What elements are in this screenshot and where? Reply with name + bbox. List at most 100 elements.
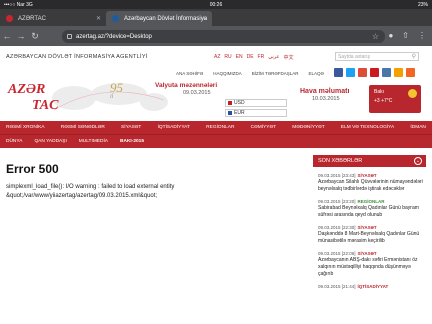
menu-row-1: RƏSMİ XRONİKA RƏSMİ SƏNƏDLƏR SİYASƏT İQT… <box>0 121 432 134</box>
facebook-icon[interactable] <box>334 68 343 77</box>
news-time: 09.03.2015 [22:06] <box>318 251 356 256</box>
news-item[interactable]: 09.03.2015 [23:43] SİYASƏT Azərbaycan Sil… <box>313 173 426 193</box>
logo-text-top: AZƏR <box>8 82 46 97</box>
lang-zh[interactable]: 中文 <box>284 54 294 61</box>
menu-item[interactable]: REGİONLAR <box>206 125 234 130</box>
microphone-icon[interactable]: ● <box>388 31 393 40</box>
youtube-icon[interactable] <box>370 68 379 77</box>
nav-contact[interactable]: ELAQƏ <box>309 71 324 76</box>
top-nav: ANA SƏHİFƏ HAQQIMIZDA BİZİM TƏRƏFDAŞLAR … <box>176 71 324 76</box>
eu-flag-icon <box>228 111 232 115</box>
news-category[interactable]: SİYASƏT <box>358 173 377 178</box>
azertac-logo[interactable]: AZƏR TAC <box>8 82 78 114</box>
address-bar[interactable]: azertag.az/?device=Desktop ☆ <box>62 30 385 43</box>
rss-icon[interactable] <box>406 68 415 77</box>
favicon-icon <box>112 15 119 22</box>
toolbar: ← → ↻ azertag.az/?device=Desktop ☆ ● ⇧ ⋮ <box>0 26 432 46</box>
error-title: Error 500 <box>6 162 59 176</box>
ipad-safari-window: •••○○ Nar 3G 00:26 23% AZƏRTAC ✕ Azərbay… <box>0 0 432 324</box>
menu-item[interactable]: RƏSMİ XRONİKA <box>6 125 45 130</box>
reload-icon[interactable]: ↻ <box>28 31 42 42</box>
sun-icon <box>408 89 417 98</box>
logo-text-bottom: TAC <box>32 98 59 113</box>
share-icon[interactable]: ⇧ <box>402 31 409 40</box>
lang-en[interactable]: EN <box>236 54 243 61</box>
language-switcher: AZ RU EN DE FR عربي 中文 <box>214 54 294 61</box>
close-icon[interactable]: ✕ <box>96 15 101 22</box>
news-item[interactable]: 09.03.2015 [22:06] SİYASƏT Azərbaycanın A… <box>313 251 426 278</box>
currency-eur[interactable]: EUR <box>225 109 287 117</box>
weather-date: 10.03.2015 <box>312 96 340 102</box>
tab-label: Azərbaycan Dövlət İnformasiya <box>124 15 208 22</box>
nav-home[interactable]: ANA SƏHİFƏ <box>176 71 203 76</box>
lang-fr[interactable]: FR <box>258 54 265 61</box>
news-item[interactable]: 09.03.2015 [21:44] İQTİSADİYYAT <box>313 284 426 289</box>
news-time: 09.03.2015 [21:44] <box>318 284 356 289</box>
news-headline[interactable]: Azərbaycanın ABŞ-dakı səfiri Ermənistanı… <box>318 257 426 278</box>
menu-item-baku2015[interactable]: BAKI-2015 <box>120 139 144 144</box>
page-info-icon[interactable] <box>67 34 72 39</box>
error-message: simplexml_load_file(): I/O warning : fai… <box>6 184 175 199</box>
anniversary-number: 95 <box>110 80 123 95</box>
url-text: azertag.az/?device=Desktop <box>76 33 152 40</box>
menu-item[interactable]: SİYASƏT <box>121 125 141 130</box>
search-placeholder: Saytda axtarış <box>338 53 370 60</box>
temperature: +3 +7°C <box>374 98 393 104</box>
bookmark-star-icon[interactable]: ☆ <box>372 32 379 41</box>
lang-ru[interactable]: RU <box>224 54 231 61</box>
googleplus-icon[interactable] <box>358 68 367 77</box>
tab-active[interactable]: Azərbaycan Dövlət İnformasiya ✕ <box>106 11 212 26</box>
nav-about[interactable]: HAQQIMIZDA <box>213 71 242 76</box>
status-bar: •••○○ Nar 3G 00:26 23% <box>0 0 432 9</box>
menu-item[interactable]: ELM VƏ TEXNOLOGİYA <box>341 125 394 130</box>
menu-item[interactable]: DÜNYA <box>6 139 22 144</box>
menu-item[interactable]: CƏMİYYƏT <box>251 125 276 130</box>
news-time: 09.03.2015 [23:43] <box>318 173 356 178</box>
odnoklassniki-icon[interactable] <box>394 68 403 77</box>
carrier-signal: •••○○ Nar 3G <box>4 1 33 8</box>
menu-item[interactable]: İDMAN <box>410 125 425 130</box>
vk-icon[interactable] <box>382 68 391 77</box>
us-flag-icon <box>228 101 232 105</box>
nav-partners[interactable]: BİZİM TƏRƏFDAŞLAR <box>252 71 299 76</box>
back-icon[interactable]: ← <box>0 31 14 41</box>
main-menu: RƏSMİ XRONİKA RƏSMİ SƏNƏDLƏR SİYASƏT İQT… <box>0 121 432 148</box>
menu-item[interactable]: MULTIMEDİA <box>79 139 108 144</box>
forward-icon[interactable]: → <box>14 31 28 41</box>
tab-bar: AZƏRTAC ✕ Azərbaycan Dövlət İnformasiya … <box>0 9 432 26</box>
lang-de[interactable]: DE <box>247 54 254 61</box>
toolbar-actions: ● ⇧ ⋮ <box>388 31 426 40</box>
news-category[interactable]: SİYASƏT <box>358 225 377 230</box>
currency-title: Valyuta məzənnələri <box>155 82 218 89</box>
news-headline[interactable]: Daşkənddə 8 Mart-Beynəlxalq Qadınlar Gün… <box>318 231 426 245</box>
lang-az[interactable]: AZ <box>214 54 220 61</box>
chevron-down-icon[interactable]: ⌄ <box>414 157 422 165</box>
battery-level: 23% <box>417 1 428 8</box>
news-header-label: SON XƏBƏRLƏR <box>318 158 363 164</box>
news-time: 09.03.2015 [22:30] <box>318 225 356 230</box>
news-item[interactable]: 09.03.2015 [22:30] SİYASƏT Daşkənddə 8 Ma… <box>313 225 426 245</box>
site-search-input[interactable]: Saytda axtarış ⚲ <box>335 52 419 61</box>
tab-azertac[interactable]: AZƏRTAC ✕ <box>0 11 106 26</box>
weather-city-box[interactable]: Bakı +3 +7°C <box>369 85 421 113</box>
menu-icon[interactable]: ⋮ <box>418 31 426 40</box>
currency-usd[interactable]: USD <box>225 99 287 107</box>
close-icon[interactable]: ✕ <box>202 15 207 22</box>
news-header: SON XƏBƏRLƏR ⌄ <box>313 155 426 167</box>
twitter-icon[interactable] <box>346 68 355 77</box>
lang-ar[interactable]: عربي <box>268 54 279 61</box>
menu-item[interactable]: MƏDƏNİYYƏT <box>292 125 324 130</box>
menu-item[interactable]: QAN YADDAŞI <box>34 139 66 144</box>
search-icon[interactable]: ⚲ <box>412 53 416 60</box>
news-item[interactable]: 09.03.2015 [23:20] REGİONLAR Sabirabad Be… <box>313 199 426 219</box>
menu-item[interactable]: RƏSMİ SƏNƏDLƏR <box>61 125 105 130</box>
currency-date: 09.03.2015 <box>183 90 211 96</box>
news-headline[interactable]: Sabirabad Beynəlxalq Qadınlar Günü bayra… <box>318 205 426 219</box>
news-time: 09.03.2015 [23:20] <box>318 199 356 204</box>
news-headline[interactable]: Azərbaycan Silahlı Qüvvələrinin nümayənd… <box>318 179 426 193</box>
news-category[interactable]: İQTİSADİYYAT <box>358 284 389 289</box>
news-category[interactable]: SİYASƏT <box>358 251 377 256</box>
menu-item[interactable]: İQTİSADİYYAT <box>158 125 190 130</box>
news-category[interactable]: REGİONLAR <box>358 199 385 204</box>
currency-widget: Valyuta məzənnələri 09.03.2015 USD EUR <box>155 82 287 117</box>
